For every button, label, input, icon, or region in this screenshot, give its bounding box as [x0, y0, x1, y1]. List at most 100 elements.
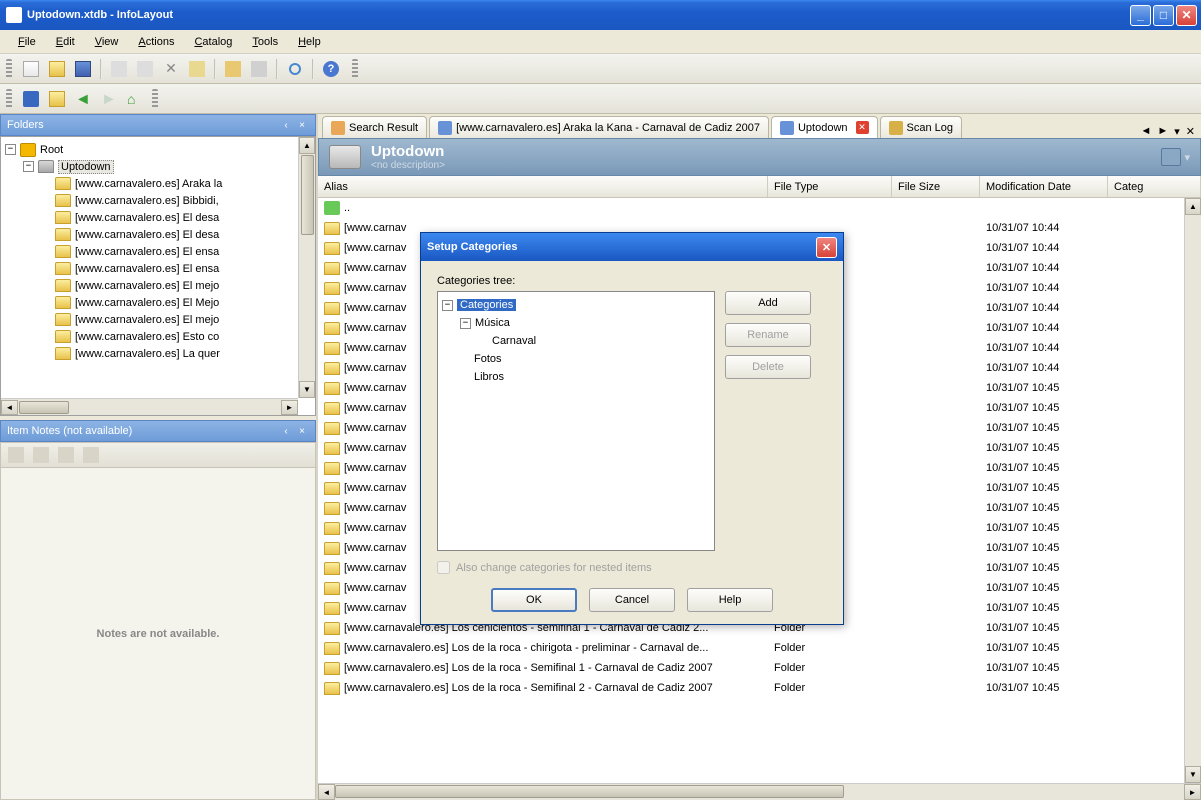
column-alias[interactable]: Alias [318, 176, 768, 197]
search-button[interactable] [284, 58, 306, 80]
note-btn3[interactable] [55, 444, 77, 466]
folder-button[interactable] [222, 58, 244, 80]
grid-hscrollbar[interactable]: ◄ ► [318, 783, 1201, 800]
menu-edit[interactable]: Edit [46, 34, 85, 50]
nav-forward-button[interactable]: ► [98, 88, 120, 110]
scroll-thumb[interactable] [301, 155, 314, 235]
cut-button[interactable] [108, 58, 130, 80]
tree-item[interactable]: [www.carnavalero.es] El desa [5, 209, 311, 226]
menu-tools[interactable]: Tools [242, 34, 288, 50]
maximize-button[interactable]: □ [1153, 5, 1174, 26]
help-button[interactable]: Help [687, 588, 773, 612]
column-moddate[interactable]: Modification Date [980, 176, 1108, 197]
minimize-button[interactable]: _ [1130, 5, 1151, 26]
tree-collapse-icon[interactable]: − [460, 318, 471, 329]
tree-item[interactable]: [www.carnavalero.es] Bibbidi, [5, 192, 311, 209]
tree-item[interactable]: [www.carnavalero.es] El desa [5, 226, 311, 243]
tab-close-icon[interactable]: ✕ [856, 121, 869, 134]
panel-minimize-icon[interactable]: ‹ [279, 118, 293, 132]
nav-grip-icon[interactable] [6, 89, 12, 109]
tree-collapse-icon[interactable]: − [23, 161, 34, 172]
help-button[interactable]: ? [320, 58, 342, 80]
menu-file[interactable]: File [8, 34, 46, 50]
tree-hscrollbar[interactable]: ◄ ► [1, 398, 298, 415]
up-row[interactable]: .. [318, 198, 1201, 218]
note-btn2[interactable] [30, 444, 52, 466]
copy-button[interactable] [134, 58, 156, 80]
panel-minimize-icon[interactable]: ‹ [279, 424, 293, 438]
dialog-close-button[interactable]: ✕ [816, 237, 837, 258]
rename-button[interactable]: Rename [725, 323, 811, 347]
delete-button[interactable]: ✕ [160, 58, 182, 80]
category-root[interactable]: Categories [457, 299, 516, 311]
scroll-right-icon[interactable]: ► [1184, 784, 1201, 800]
tab-scanlog[interactable]: Scan Log [880, 116, 962, 138]
table-row[interactable]: [www.carnavalero.es] Los de la roca - Se… [318, 678, 1201, 698]
tree-item[interactable]: [www.carnavalero.es] El mejo [5, 311, 311, 328]
tab-araka[interactable]: [www.carnavalero.es] Araka la Kana - Car… [429, 116, 769, 138]
menu-catalog[interactable]: Catalog [184, 34, 242, 50]
tree-item[interactable]: [www.carnavalero.es] La quer [5, 345, 311, 362]
note-btn1[interactable] [5, 444, 27, 466]
column-filesize[interactable]: File Size [892, 176, 980, 197]
panel-close-icon[interactable]: × [295, 118, 309, 132]
toolbar-grip2-icon[interactable] [352, 59, 358, 79]
grid-vscrollbar[interactable]: ▲ ▼ [1184, 198, 1201, 783]
tab-uptodown[interactable]: Uptodown ✕ [771, 116, 878, 138]
properties-button[interactable] [186, 58, 208, 80]
dropdown-icon[interactable]: ▾ [1184, 151, 1190, 164]
table-row[interactable]: [www.carnavalero.es] Los de la roca - Se… [318, 658, 1201, 678]
scroll-thumb[interactable] [335, 785, 844, 798]
tree-item[interactable]: [www.carnavalero.es] El mejo [5, 277, 311, 294]
menu-actions[interactable]: Actions [128, 34, 184, 50]
tree-collapse-icon[interactable]: − [442, 300, 453, 311]
column-category[interactable]: Categ [1108, 176, 1201, 197]
scroll-thumb[interactable] [19, 401, 69, 414]
panel-close-icon[interactable]: × [295, 424, 309, 438]
scroll-down-icon[interactable]: ▼ [299, 381, 315, 398]
tree-root-label[interactable]: Root [40, 144, 63, 156]
nav-disk-button[interactable] [20, 88, 42, 110]
category-carnaval[interactable]: Carnaval [492, 335, 536, 347]
menu-help[interactable]: Help [288, 34, 331, 50]
view-mode-button[interactable] [1161, 148, 1181, 166]
tab-prev-icon[interactable]: ◄ [1138, 125, 1153, 138]
note-btn4[interactable] [80, 444, 102, 466]
categories-tree[interactable]: −Categories −Música Carnaval Fotos Libro… [437, 291, 715, 551]
tree-item[interactable]: [www.carnavalero.es] El ensa [5, 260, 311, 277]
new-button[interactable] [20, 58, 42, 80]
scroll-left-icon[interactable]: ◄ [1, 400, 18, 415]
nested-items-checkbox[interactable] [437, 561, 450, 574]
folder-tree[interactable]: − Root − Uptodown [www.carnavalero.es] A… [0, 136, 316, 416]
tree-collapse-icon[interactable]: − [5, 144, 16, 155]
scroll-up-icon[interactable]: ▲ [299, 137, 315, 154]
column-filetype[interactable]: File Type [768, 176, 892, 197]
category-fotos[interactable]: Fotos [474, 353, 502, 365]
tab-close-all-icon[interactable]: ✕ [1184, 125, 1197, 138]
close-button[interactable]: ✕ [1176, 5, 1197, 26]
tree-item[interactable]: [www.carnavalero.es] El Mejo [5, 294, 311, 311]
tree-item[interactable]: [www.carnavalero.es] Araka la [5, 175, 311, 192]
nav-up-button[interactable]: ⌂ [124, 88, 146, 110]
scroll-up-icon[interactable]: ▲ [1185, 198, 1201, 215]
toolbar-grip-icon[interactable] [6, 59, 12, 79]
refresh-button[interactable] [248, 58, 270, 80]
cancel-button[interactable]: Cancel [589, 588, 675, 612]
tree-item[interactable]: [www.carnavalero.es] El ensa [5, 243, 311, 260]
scroll-down-icon[interactable]: ▼ [1185, 766, 1201, 783]
tab-dropdown-icon[interactable]: ▾ [1172, 125, 1182, 138]
category-musica[interactable]: Música [475, 317, 510, 329]
nav-grip2-icon[interactable] [152, 89, 158, 109]
tree-vscrollbar[interactable]: ▲ ▼ [298, 137, 315, 398]
menu-view[interactable]: View [85, 34, 129, 50]
open-button[interactable] [46, 58, 68, 80]
nav-back-button[interactable]: ◄ [72, 88, 94, 110]
delete-button[interactable]: Delete [725, 355, 811, 379]
nav-folder-button[interactable] [46, 88, 68, 110]
tab-next-icon[interactable]: ► [1155, 125, 1170, 138]
scroll-left-icon[interactable]: ◄ [318, 784, 335, 800]
add-button[interactable]: Add [725, 291, 811, 315]
ok-button[interactable]: OK [491, 588, 577, 612]
dialog-titlebar[interactable]: Setup Categories ✕ [421, 233, 843, 261]
scroll-right-icon[interactable]: ► [281, 400, 298, 415]
